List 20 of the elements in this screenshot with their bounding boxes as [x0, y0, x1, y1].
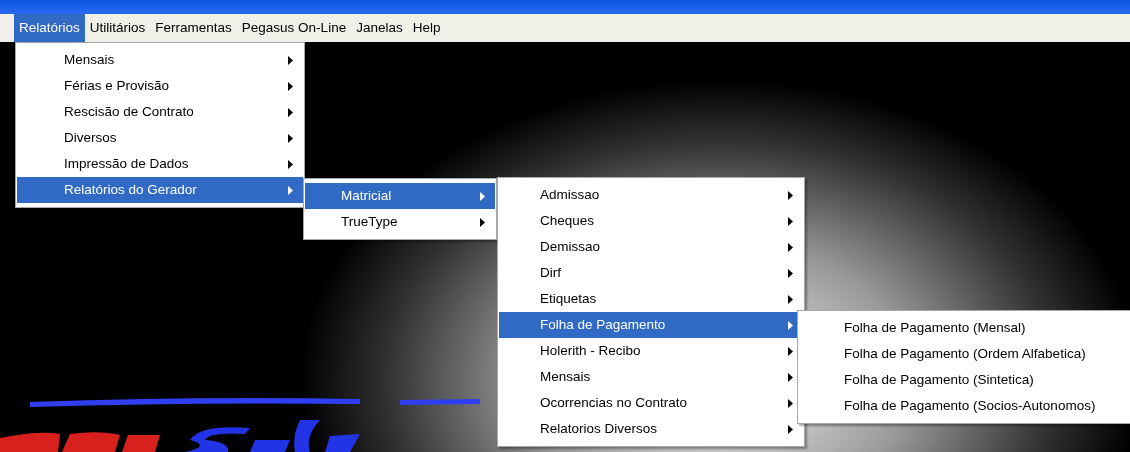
menu-item[interactable]: Cheques: [499, 208, 803, 234]
menu-item[interactable]: Diversos: [17, 125, 303, 151]
menu-item[interactable]: Relatorios Diversos: [499, 416, 803, 442]
menu-item[interactable]: Dirf: [499, 260, 803, 286]
menu-bar-item[interactable]: Relatórios: [14, 13, 85, 43]
menu-item[interactable]: Etiquetas: [499, 286, 803, 312]
menu-bar-item[interactable]: Help: [407, 13, 446, 43]
menu-item[interactable]: Relatórios do Gerador: [17, 177, 303, 203]
menu-item[interactable]: Mensais: [17, 47, 303, 73]
menu-bar-item[interactable]: Utilitários: [84, 13, 151, 43]
menu-bar-item[interactable]: Pegasus On-Line: [236, 13, 352, 43]
menu-item[interactable]: Demissao: [499, 234, 803, 260]
menu-item[interactable]: Admissao: [499, 182, 803, 208]
menu-bar-item[interactable]: Ferramentas: [150, 13, 237, 43]
menu-item[interactable]: Rescisão de Contrato: [17, 99, 303, 125]
menu-item[interactable]: TrueType: [305, 209, 495, 235]
menu-item[interactable]: Férias e Provisão: [17, 73, 303, 99]
menu-item[interactable]: Matricial: [305, 183, 495, 209]
menu-bar-item[interactable]: Janelas: [351, 13, 408, 43]
menu-item[interactable]: Impressão de Dados: [17, 151, 303, 177]
